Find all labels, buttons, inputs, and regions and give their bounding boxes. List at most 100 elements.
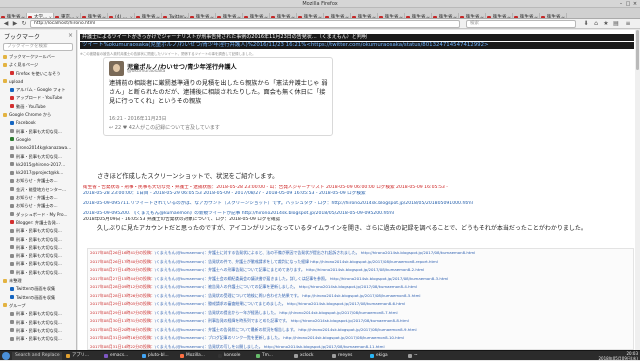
folder-icon <box>3 278 7 283</box>
bookmark-folder[interactable]: upload <box>0 78 76 86</box>
log-date: 2017年08月28日09時12分の投稿： <box>90 284 155 289</box>
page-scrollbar[interactable] <box>635 30 640 350</box>
tweet-author-handle[interactable]: @okumuraosaka <box>127 69 165 74</box>
app-icon <box>142 354 146 358</box>
bookmark-folder[interactable]: 未整理 <box>0 277 76 285</box>
record-line[interactable]: 2018-05-28 23:00:00：1日目 - 2018-05-29 06:… <box>83 191 633 197</box>
minimize-icon[interactable]: – <box>618 1 624 7</box>
maximize-icon[interactable]: □ <box>625 1 631 7</box>
task-label: Tm... <box>262 353 273 358</box>
bookmark-item[interactable]: kk2015@hirono-2017... <box>0 161 76 169</box>
bookmarks-sidebar: ブックマーク × ブックマークを検索 ブックマークツールバー よく見るページ Fir… <box>0 30 77 350</box>
taskbar-task[interactable]: Mozilla... <box>180 352 216 360</box>
bookmark-item[interactable]: Blogger: 弁護士告発... <box>0 219 76 227</box>
bookmark-star-icon[interactable]: ★ <box>602 20 610 28</box>
bookmark-item[interactable]: Twitterの画面を収集 <box>0 285 76 293</box>
close-sidebar-icon[interactable]: × <box>68 32 73 39</box>
bookmark-folder[interactable]: Google Chrome から <box>0 111 76 119</box>
log-text[interactable]: \くまえもん(@kumaemon)：ブログ記事のリンク一覧を更新しました。 ht… <box>155 335 404 340</box>
bookmark-item[interactable]: 刑事・民事も大切な見... <box>0 310 76 318</box>
taskbar-task[interactable]: pluto-bl... <box>142 352 178 360</box>
log-row: 2017年08月28日09時12分の投稿：\くまえもん(@kumaemon)：被… <box>88 283 633 292</box>
bookmark-search-input[interactable]: ブックマークを検索 <box>3 43 73 51</box>
tweet-body: 逮捕前の相談者に厳罰基準通りの見積を出したら親族から「憲法弁護士じゃ 弱さん」と… <box>109 80 328 105</box>
log-text[interactable]: \くまえもん(@kumaemon)：弁護士に対する告発状によると、法の不備が原因… <box>155 250 475 255</box>
bookmark-item[interactable]: kirono2014k@kanazawa... <box>0 144 76 152</box>
bookmark-item[interactable]: 刑事・民事も大切な見... <box>0 252 76 260</box>
tweet-source-link[interactable]: ツイート%okumuraosaka(児童ポルノ/わいせつ/青少年淫行弁護人)%2… <box>80 42 634 49</box>
search-bar[interactable]: 検索 <box>466 20 576 28</box>
bookmark-item[interactable]: Twitterの画面を収集 <box>0 294 76 302</box>
url-bar[interactable]: http://localhost/hirono.html <box>30 20 460 28</box>
taskbar-task[interactable]: reeyes <box>332 352 368 360</box>
log-text[interactable]: \くまえもん(@kumaemon)：告発状の受理について地検に問い合わせた結果で… <box>155 293 421 298</box>
bookmark-item[interactable]: 刑事・民事も大切な見... <box>0 227 76 235</box>
bookmark-label: 刑事・民事も大切な見... <box>16 311 62 317</box>
start-menu-icon[interactable] <box>2 352 10 360</box>
bookmark-item[interactable]: 刑事・民事も大切な見... <box>0 236 76 244</box>
bookmark-item[interactable]: お知らせ - 弁護士の... <box>0 194 76 202</box>
bookmark-item[interactable]: アップロード - YouTube <box>0 94 76 102</box>
folder-icon <box>3 62 7 67</box>
bookmark-folder[interactable]: グループ <box>0 302 76 310</box>
tweet-actions[interactable]: ↩ 22 ♥ 42人がこの記録について言及しています <box>109 124 220 131</box>
record-line[interactable]: 2018-05-09-095711.リツイートされているのかは、なアカウント（ス… <box>83 201 633 207</box>
favicon-icon <box>10 87 14 92</box>
taskbar-search-input[interactable]: Search and Replace <box>12 352 62 360</box>
taskbar-task[interactable]: Tm... <box>256 352 292 360</box>
log-row: 2017年08月26日16時41分の投稿：\くまえもん(@kumaemon)：弁… <box>88 249 633 258</box>
taskbar-task[interactable]: xclock <box>294 352 330 360</box>
bookmark-item[interactable]: Firefox を使いこなそう <box>0 70 76 78</box>
back-arrow-icon[interactable]: ◀ <box>2 20 10 28</box>
bookmark-item[interactable]: アルバム - Google フォト <box>0 86 76 94</box>
bookmark-item[interactable]: 金沢・能登地方センター... <box>0 186 76 194</box>
taskbar-task[interactable]: アプリ... <box>66 352 102 360</box>
taskbar-task[interactable]: ekiga <box>370 352 406 360</box>
bookmark-item[interactable]: Facebook <box>0 119 76 127</box>
bookmark-item[interactable]: 刑事・民事も大切な見... <box>0 327 76 335</box>
avatar[interactable] <box>109 61 124 76</box>
task-label: Mozilla... <box>186 353 205 358</box>
favicon-icon <box>10 295 14 300</box>
bookmark-item[interactable]: 刑事・民事も大切な見... <box>0 269 76 277</box>
bookmark-label: 刑事・民事も大切な見... <box>16 319 62 325</box>
close-window-icon[interactable]: × <box>632 1 638 7</box>
log-text[interactable]: \くまえもん(@kumaemon)：刑事告発の経緯を時系列でまとめた記事です。 … <box>155 318 409 323</box>
menu-icon[interactable]: ≡ <box>624 20 632 28</box>
bookmark-item[interactable]: 刑事・民事も大切な見... <box>0 335 76 343</box>
log-text[interactable]: \くまえもん(@kumaemon)：弁護士の告発状について最新の状況を報告します… <box>155 327 417 332</box>
log-text[interactable]: \くまえもん(@kumaemon)：懲戒請求の審査結果についてまとめました。 h… <box>155 301 405 306</box>
embedded-tweet[interactable]: 児童ポルノ/わいせつ/青少年淫行弁護人 @okumuraosaka 逮捕前の相談… <box>103 57 333 136</box>
bookmark-item[interactable]: 刑事・民事も大切な見... <box>0 128 76 136</box>
home-icon[interactable]: ⌂ <box>592 20 600 28</box>
bookmark-folder[interactable]: よく見るページ <box>0 61 76 69</box>
tweet-date[interactable]: 16:21 - 2016年11月23日 <box>109 115 166 122</box>
forward-arrow-icon[interactable]: ▶ <box>11 20 19 28</box>
bookmark-item[interactable]: 刑事・民事も大切な見... <box>0 153 76 161</box>
bookmark-item[interactable]: 刑事・民事も大切な見... <box>0 244 76 252</box>
log-text[interactable]: \くまえもん(@kumaemon)：被告発人の弁護士についての記事を更新しました… <box>155 284 417 289</box>
taskbar-task[interactable]: konsole <box>218 352 254 360</box>
bookmark-item[interactable]: Google <box>0 136 76 144</box>
bookmark-item[interactable]: お知らせ - 弁護士の... <box>0 202 76 210</box>
log-text[interactable]: \くまえもん(@kumaemon)：告発状の提出から一年が経過しました。 htt… <box>155 310 398 315</box>
log-text[interactable]: \くまえもん(@kumaemon)：弁護士への刑事告発について記事にまとめてあり… <box>155 267 425 272</box>
taskbar-task[interactable]: emacs... <box>104 352 140 360</box>
scrollbar-thumb[interactable] <box>636 30 639 70</box>
bookmark-item[interactable]: 動画 - YouTube <box>0 103 76 111</box>
bookmark-item[interactable]: 刑事・民事も大切な見... <box>0 319 76 327</box>
log-text[interactable]: \くまえもん(@kumaemon)：告発状の写しを公開しました。 http://… <box>155 344 385 349</box>
bookmark-item[interactable]: kk2017@project@kk... <box>0 169 76 177</box>
taskbar-task[interactable]: ~ <box>408 352 444 360</box>
bookmark-item[interactable]: ダッシュボード - My Pro... <box>0 211 76 219</box>
bookmark-folder[interactable]: ブックマークツールバー <box>0 53 76 61</box>
download-icon[interactable]: ⬇ <box>582 20 590 28</box>
log-row: 2017年08月31日09時16分の投稿：\くまえもん(@kumaemon)：ブ… <box>88 334 633 343</box>
bookmark-item[interactable]: 刑事・民事も大切な見... <box>0 260 76 268</box>
bookmark-label: お知らせ - 弁護士の... <box>16 195 58 201</box>
log-text[interactable]: \くまえもん(@kumaemon)：弁護士会の綱紀委員会の議決書が届きました。詳… <box>155 276 448 281</box>
log-text[interactable]: \くまえもん(@kumaemon)：告発状の件で、弁護士が懲戒請求をして裁判にな… <box>155 259 438 264</box>
reload-icon[interactable]: ↻ <box>20 20 28 28</box>
library-icon[interactable]: ▤ <box>612 20 620 28</box>
bookmark-item[interactable]: お知らせ - 弁護士の... <box>0 177 76 185</box>
